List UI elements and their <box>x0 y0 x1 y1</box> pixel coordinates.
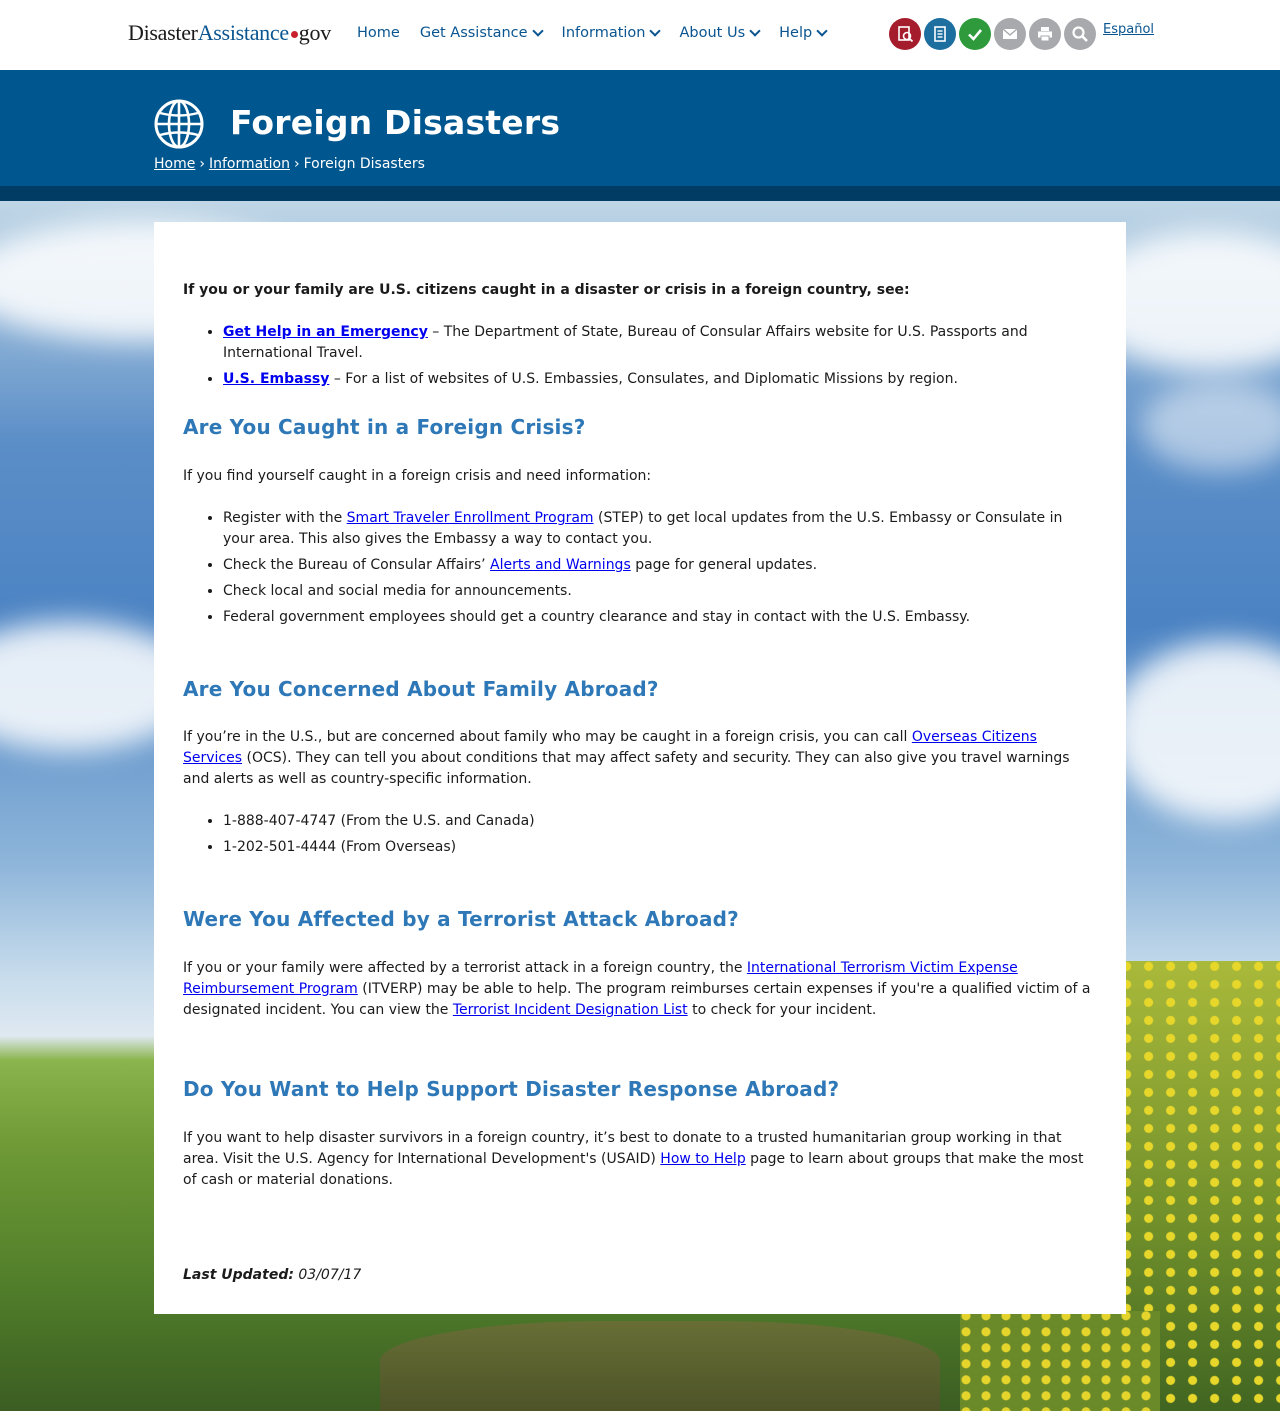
breadcrumb-separator: › <box>294 156 300 172</box>
espanol-link[interactable]: Español <box>1103 22 1154 37</box>
chevron-down-icon <box>649 25 662 37</box>
list-item: Check local and social media for announc… <box>223 581 1098 602</box>
dirt-path <box>380 1321 940 1411</box>
section-heading-foreign-crisis: Are You Caught in a Foreign Crisis? <box>183 415 586 439</box>
page-title: Foreign Disasters <box>230 103 561 142</box>
application-lookup-icon <box>898 26 914 43</box>
list-item-text: Check the Bureau of Consular Affairs’ <box>223 557 491 573</box>
main-content-card: If you or your family are U.S. citizens … <box>154 222 1126 1314</box>
list-item: Get Help in an Emergency – The Departmen… <box>223 322 1098 364</box>
logo-dot <box>290 30 298 38</box>
phone-number-us-canada: 1-888-407-4747 (From the U.S. and Canada… <box>223 811 1098 832</box>
terrorist-attack-paragraph: If you or your family were affected by a… <box>183 958 1098 1021</box>
intro-list: Get Help in an Emergency – The Departmen… <box>183 322 1098 395</box>
list-item-text: Register with the <box>223 510 347 526</box>
section-heading-terrorist-attack: Were You Affected by a Terrorist Attack … <box>183 907 739 931</box>
breadcrumb-home-link[interactable]: Home <box>154 156 195 172</box>
phone-number-overseas: 1-202-501-4444 (From Overseas) <box>223 837 1098 858</box>
list-item-text: – For a list of websites of U.S. Embassi… <box>329 371 958 387</box>
last-updated-date: 03/07/17 <box>298 1267 362 1283</box>
email-icon <box>1002 28 1018 39</box>
logo-text-gov: gov <box>298 20 331 45</box>
list-item: Check the Bureau of Consular Affairs’ Al… <box>223 555 1098 576</box>
get-help-emergency-link[interactable]: Get Help in an Emergency <box>223 324 428 340</box>
smart-traveler-link[interactable]: Smart Traveler Enrollment Program <box>347 510 594 526</box>
breadcrumb-separator: › <box>199 156 205 172</box>
application-lookup-button[interactable] <box>889 18 921 50</box>
logo-text-disaster: Disaster <box>128 20 198 45</box>
nav-home-label: Home <box>357 25 400 41</box>
breadcrumb-information-link[interactable]: Information <box>209 156 290 172</box>
last-updated: Last Updated: 03/07/17 <box>183 1265 1098 1286</box>
support-response-paragraph: If you want to help disaster survivors i… <box>183 1128 1098 1191</box>
main-nav: Home Get Assistance Information About Us… <box>357 25 846 41</box>
alerts-warnings-link[interactable]: Alerts and Warnings <box>490 557 631 573</box>
how-to-help-link[interactable]: How to Help <box>660 1151 745 1167</box>
page-header-band: Foreign Disasters Home › Information › Forei… <box>0 70 1280 186</box>
us-embassy-link[interactable]: U.S. Embassy <box>223 371 329 387</box>
nav-get-assistance-label: Get Assistance <box>419 25 528 41</box>
eligibility-check-button[interactable] <box>959 18 991 50</box>
checklist-icon <box>934 26 946 42</box>
nav-information-label: Information <box>561 25 646 41</box>
search-button[interactable] <box>1064 18 1096 50</box>
print-button[interactable] <box>1029 18 1061 50</box>
nav-about-us-label: About Us <box>679 25 746 41</box>
breadcrumb-current: Foreign Disasters <box>303 156 425 172</box>
paragraph-text: If you or your family were affected by a… <box>183 960 747 976</box>
last-updated-label: Last Updated: <box>183 1267 294 1283</box>
globe-icon <box>154 99 204 149</box>
phone-list: 1-888-407-4747 (From the U.S. and Canada… <box>183 811 1098 863</box>
section-heading-family-abroad: Are You Concerned About Family Abroad? <box>183 677 659 701</box>
utility-toolbar <box>889 18 1096 50</box>
print-icon <box>1038 27 1052 42</box>
header-bottom-stripe <box>0 186 1280 201</box>
email-button[interactable] <box>994 18 1026 50</box>
list-item: Register with the Smart Traveler Enrollm… <box>223 508 1098 550</box>
family-abroad-paragraph: If you’re in the U.S., but are concerned… <box>183 727 1098 790</box>
chevron-down-icon <box>749 25 761 37</box>
site-logo[interactable]: DisasterAssistance gov <box>128 20 331 46</box>
terrorist-incident-list-link[interactable]: Terrorist Incident Designation List <box>453 1002 688 1018</box>
paragraph-text: (OCS). They can tell you about condition… <box>183 750 1070 787</box>
list-item: Federal government employees should get … <box>223 607 1098 628</box>
nav-help[interactable]: Help <box>779 25 828 41</box>
rapeseed-field <box>960 1311 1160 1411</box>
checklist-button[interactable] <box>924 18 956 50</box>
nav-home[interactable]: Home <box>357 25 400 41</box>
checkmark-icon <box>968 29 982 41</box>
list-item-text: page for general updates. <box>630 557 818 573</box>
section-heading-support-response: Do You Want to Help Support Disaster Res… <box>183 1077 840 1101</box>
nav-get-assistance[interactable]: Get Assistance <box>419 25 544 41</box>
chevron-down-icon <box>531 25 544 37</box>
breadcrumb: Home › Information › Foreign Disasters <box>154 156 425 172</box>
logo-text-assistance: Assistance <box>197 20 289 45</box>
paragraph-text: If you’re in the U.S., but are concerned… <box>183 729 912 745</box>
intro-lead: If you or your family are U.S. citizens … <box>183 282 910 298</box>
nav-information[interactable]: Information <box>561 25 662 41</box>
list-item: U.S. Embassy – For a list of websites of… <box>223 369 1098 390</box>
chevron-down-icon <box>816 25 828 37</box>
nav-about-us[interactable]: About Us <box>679 25 761 41</box>
paragraph-text: to check for your incident. <box>687 1002 877 1018</box>
section-lead: If you find yourself caught in a foreign… <box>183 468 652 484</box>
foreign-crisis-list: Register with the Smart Traveler Enrollm… <box>183 508 1098 633</box>
nav-help-label: Help <box>779 25 813 41</box>
top-navigation-bar: DisasterAssistance gov Home Get Assistanc… <box>0 0 1280 70</box>
search-icon <box>1072 26 1088 42</box>
